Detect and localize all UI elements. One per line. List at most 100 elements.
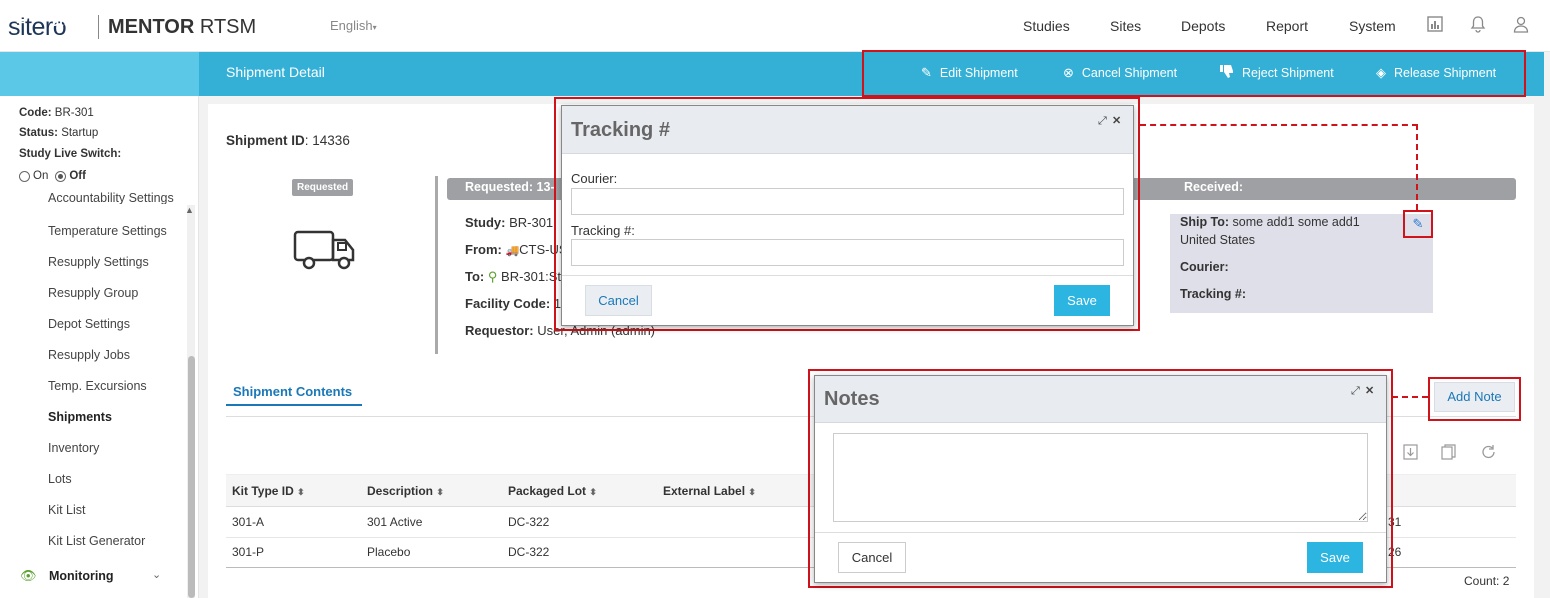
sidebar-header: [0, 52, 199, 96]
map-pin-icon: ⚲: [487, 269, 498, 284]
requested-date: Requested: 13-: [465, 180, 555, 194]
detail-facility-code: Facility Code: 1: [465, 296, 561, 311]
col-external-label[interactable]: External Label ⬍: [663, 484, 756, 498]
refresh-icon[interactable]: [1481, 444, 1496, 463]
edit-tracking-pencil-icon[interactable]: ✎: [1403, 210, 1433, 238]
product-name-light: RTSM: [199, 16, 257, 38]
close-icon[interactable]: ✕: [1365, 384, 1374, 397]
study-status-value: Startup: [61, 127, 99, 139]
add-note-button[interactable]: Add Note: [1434, 382, 1515, 412]
sidebar-item-resupply-settings[interactable]: Resupply Settings: [48, 255, 149, 269]
notes-modal-title: Notes: [824, 388, 880, 410]
study-live-switch-label: Study Live Switch:: [19, 148, 122, 160]
col-packaged-lot[interactable]: Packaged Lot ⬍: [508, 484, 597, 498]
tracking-number-input[interactable]: [571, 239, 1124, 266]
study-code-value: BR-301: [54, 107, 94, 119]
sidebar-item-resupply-group[interactable]: Resupply Group: [48, 286, 138, 300]
detail-to-label: To:: [465, 269, 485, 284]
sidebar-item-inventory[interactable]: Inventory: [48, 441, 99, 455]
expand-icon[interactable]: ⤢: [1098, 115, 1107, 128]
sort-icon: ⬍: [297, 487, 305, 497]
tracking-label: Tracking #:: [1180, 287, 1246, 301]
nav-system[interactable]: System: [1349, 18, 1396, 34]
courier-field-label: Courier:: [571, 171, 618, 186]
logo-divider: [98, 15, 99, 39]
sidebar-item-accountability[interactable]: Accountability Settings: [48, 192, 174, 204]
callout-dash-vertical: [1416, 124, 1418, 210]
notes-cancel-button[interactable]: Cancel: [838, 542, 906, 573]
tracking-save-button[interactable]: Save: [1054, 285, 1110, 316]
tab-shipment-contents[interactable]: Shipment Contents: [233, 384, 352, 399]
row-count: Count: 2: [1464, 574, 1510, 588]
radio-off-label: Off: [69, 170, 86, 182]
sort-icon: ⬍: [748, 487, 756, 497]
detail-study-label: Study:: [465, 215, 506, 230]
tracking-cancel-button[interactable]: Cancel: [585, 285, 652, 316]
sidebar-item-temperature[interactable]: Temperature Settings: [48, 224, 167, 238]
tracking-field-label: Tracking #:: [571, 223, 635, 238]
close-icon[interactable]: ✕: [1112, 114, 1121, 127]
nav-studies[interactable]: Studies: [1023, 18, 1070, 34]
notes-save-button[interactable]: Save: [1307, 542, 1363, 573]
col-external-label-label: External Label: [663, 484, 746, 498]
notes-modal-header: [815, 376, 1386, 423]
ship-to-line1: some add1 some add1: [1232, 215, 1360, 229]
radio-on[interactable]: [19, 170, 30, 182]
nav-report[interactable]: Report: [1266, 18, 1308, 34]
detail-to: To: ⚲ BR-301:St: [465, 269, 561, 285]
chevron-down-icon[interactable]: ⌄: [152, 568, 161, 581]
ship-to: Ship To: some add1 some add1: [1180, 215, 1360, 229]
nav-sites[interactable]: Sites: [1110, 18, 1141, 34]
radio-off[interactable]: [55, 170, 67, 182]
copy-icon[interactable]: [1441, 444, 1456, 463]
col-kit-type-id-label: Kit Type ID: [232, 484, 294, 498]
sidebar-item-temp-excursions[interactable]: Temp. Excursions: [48, 379, 147, 393]
eye-icon: 👁: [20, 568, 37, 583]
radio-on-label: On: [33, 170, 49, 182]
scroll-up-arrow-icon[interactable]: ▲: [185, 205, 194, 215]
sidebar-item-kit-list-generator[interactable]: Kit List Generator: [48, 534, 145, 548]
col-description-label: Description: [367, 484, 434, 498]
courier-input[interactable]: [571, 188, 1124, 215]
tab-underline: [226, 404, 362, 406]
dashboard-chart-icon[interactable]: [1425, 16, 1445, 36]
col-packaged-lot-label: Packaged Lot: [508, 484, 587, 498]
language-label: English: [330, 18, 373, 33]
tracking-modal-footer-divider: [562, 275, 1133, 276]
table-row-1-desc: 301 Active: [367, 515, 423, 529]
sidebar-item-resupply-jobs[interactable]: Resupply Jobs: [48, 348, 130, 362]
user-icon[interactable]: [1511, 16, 1531, 36]
hamburger-menu-icon[interactable]: ≡: [16, 12, 25, 30]
tracking-modal-title: Tracking #: [571, 119, 670, 141]
detail-divider: [435, 176, 438, 354]
study-status-label: Status:: [19, 127, 58, 139]
sidebar-scrollbar-thumb[interactable]: [188, 356, 195, 598]
detail-from: From: 🚚CTS-US: [465, 242, 568, 257]
language-dropdown[interactable]: English▾: [330, 18, 377, 33]
truck-small-icon: 🚚: [505, 245, 520, 257]
caret-down-icon: ▾: [372, 23, 377, 32]
detail-requestor-label: Requestor:: [465, 323, 534, 338]
shipment-id-value: 14336: [312, 133, 350, 148]
sidebar-item-kit-list[interactable]: Kit List: [48, 503, 86, 517]
col-description[interactable]: Description ⬍: [367, 484, 444, 498]
study-code-label: Code:: [19, 107, 52, 119]
table-row-2-kit: 301-P: [232, 545, 265, 559]
notes-textarea[interactable]: [833, 433, 1368, 522]
expand-icon[interactable]: ⤢: [1351, 385, 1360, 398]
download-icon[interactable]: [1403, 444, 1418, 463]
sidebar-item-shipments[interactable]: Shipments: [48, 410, 112, 424]
sidebar-item-monitoring[interactable]: Monitoring: [49, 569, 114, 583]
nav-depots[interactable]: Depots: [1181, 18, 1225, 34]
study-code: Code: BR-301: [19, 107, 94, 119]
col-kit-type-id[interactable]: Kit Type ID ⬍: [232, 484, 305, 498]
notes-modal-footer-divider: [815, 532, 1386, 533]
callout-dash-horizontal: [1140, 124, 1418, 126]
bell-icon[interactable]: [1468, 16, 1488, 36]
detail-to-value: BR-301:St: [501, 269, 562, 284]
table-row-1-kit: 301-A: [232, 515, 265, 529]
study-status: Status: Startup: [19, 127, 98, 139]
sidebar-item-lots[interactable]: Lots: [48, 472, 72, 486]
sidebar-item-depot-settings[interactable]: Depot Settings: [48, 317, 130, 331]
page-title: Shipment Detail: [226, 64, 325, 80]
